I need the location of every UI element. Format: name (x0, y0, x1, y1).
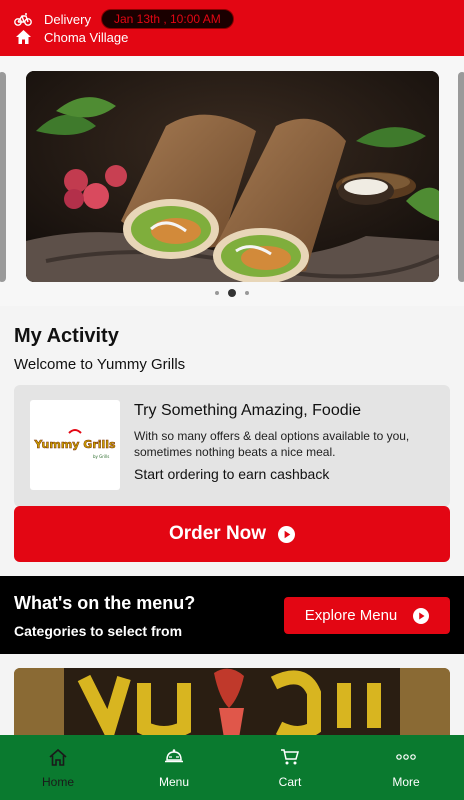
more-dots-icon (395, 746, 417, 768)
promo-cta-text: Start ordering to earn cashback (134, 466, 330, 482)
svg-text:by Grills: by Grills (93, 454, 109, 459)
food-cloche-icon (163, 746, 185, 768)
bottom-navigation: Home Menu Cart More (0, 735, 464, 800)
nav-more-label: More (392, 775, 420, 789)
home-icon (47, 746, 69, 768)
explore-menu-label: Explore Menu (304, 607, 398, 624)
carousel-dot-active[interactable] (228, 289, 236, 297)
top-header: Delivery Jan 13th , 10:00 AM Choma Villa… (0, 0, 464, 56)
carousel-slide-image[interactable] (26, 71, 439, 282)
carousel-dot[interactable] (215, 291, 219, 295)
explore-menu-button[interactable]: Explore Menu (284, 597, 450, 634)
nav-cart-label: Cart (278, 775, 302, 789)
home-icon (14, 28, 32, 46)
nav-cart[interactable]: Cart (232, 735, 348, 800)
carousel-dot[interactable] (245, 291, 249, 295)
category-card[interactable] (14, 668, 450, 738)
promo-description: With so many offers & deal options avail… (134, 429, 410, 459)
logo-wordmark: Yummy Grills (33, 438, 116, 451)
nav-menu-label: Menu (158, 775, 190, 789)
carousel-pagination (0, 289, 464, 297)
location-row[interactable]: Choma Village (14, 28, 128, 46)
menu-banner-subtitle: Categories to select from (14, 623, 183, 639)
yummy-grills-logo: Yummy Grills by Grills (30, 400, 120, 490)
nav-home-label: Home (41, 775, 74, 789)
cart-icon (279, 746, 301, 768)
nav-more[interactable]: More (348, 735, 464, 800)
promo-title: Try Something Amazing, Foodie (134, 402, 362, 419)
location-label: Choma Village (44, 29, 129, 45)
order-now-label: Order Now (168, 523, 267, 544)
promo-card[interactable]: Yummy Grills by Grills Try Something Ama… (14, 385, 450, 507)
delivery-mode-label: Delivery (44, 11, 91, 27)
nav-menu[interactable]: Menu (116, 735, 232, 800)
activity-title: My Activity (14, 325, 119, 347)
promo-carousel[interactable] (0, 56, 464, 306)
order-now-button[interactable]: Order Now (14, 506, 450, 562)
activity-subtitle: Welcome to Yummy Grills (14, 356, 186, 373)
nav-home[interactable]: Home (0, 735, 116, 800)
play-circle-icon (413, 607, 430, 624)
menu-banner: What's on the menu? Categories to select… (0, 576, 464, 654)
menu-banner-title: What's on the menu? (14, 593, 196, 613)
bicycle-icon (14, 10, 32, 28)
delivery-row[interactable]: Delivery Jan 13th , 10:00 AM (14, 9, 234, 29)
play-circle-icon (278, 525, 296, 543)
next-slide-edge[interactable] (458, 72, 464, 282)
delivery-time-badge[interactable]: Jan 13th , 10:00 AM (100, 9, 234, 29)
previous-slide-edge[interactable] (0, 72, 6, 282)
